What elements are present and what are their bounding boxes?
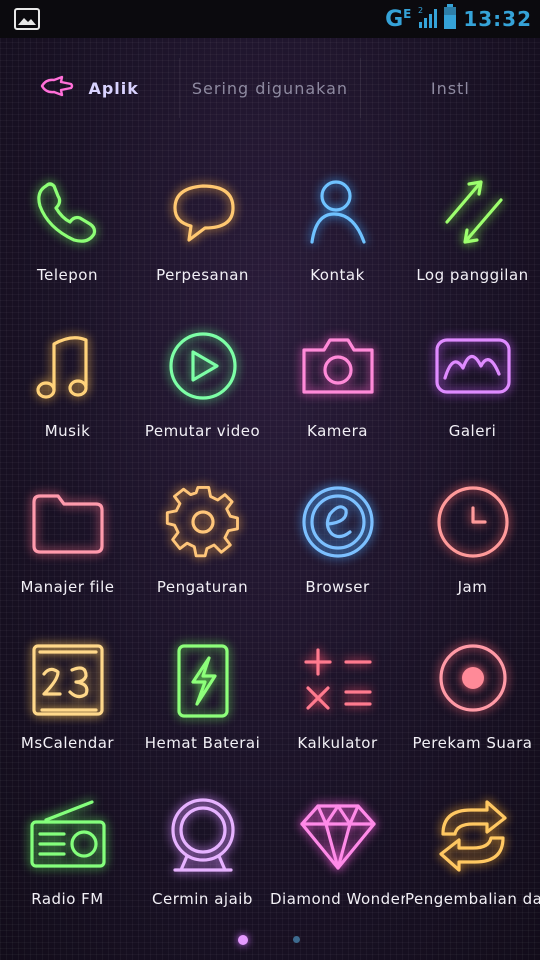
app-label: Pemutar video bbox=[144, 422, 261, 440]
app-browser[interactable]: Browser bbox=[270, 470, 405, 626]
app-label: Browser bbox=[305, 578, 370, 596]
radio-icon bbox=[26, 794, 110, 878]
phone-icon bbox=[26, 170, 110, 254]
notification-image-icon bbox=[14, 8, 40, 30]
battery-bolt-icon bbox=[161, 638, 245, 722]
app-musik[interactable]: Musik bbox=[0, 314, 135, 470]
app-label: Kamera bbox=[307, 422, 368, 440]
browser-e-icon bbox=[296, 482, 380, 566]
camera-icon bbox=[296, 326, 380, 410]
app-pengembalian-data[interactable]: Pengembalian data bbox=[405, 782, 540, 938]
app-label: Pengaturan bbox=[156, 578, 249, 596]
restore-arrows-icon bbox=[431, 794, 515, 878]
page-dot-active[interactable] bbox=[238, 935, 248, 945]
network-type-label: GE bbox=[385, 6, 412, 32]
status-bar: GE 2 13:32 bbox=[0, 0, 540, 38]
app-label: Log panggilan bbox=[416, 266, 529, 284]
play-circle-icon bbox=[161, 326, 245, 410]
app-label: Pengembalian data bbox=[405, 890, 540, 908]
app-mscalendar[interactable]: MsCalendar bbox=[0, 626, 135, 782]
app-label: Manajer file bbox=[20, 578, 115, 596]
app-label: Perpesanan bbox=[156, 266, 249, 284]
folder-icon bbox=[26, 482, 110, 566]
app-radio-fm[interactable]: Radio FM bbox=[0, 782, 135, 938]
app-jam[interactable]: Jam bbox=[405, 470, 540, 626]
call-log-arrows-icon bbox=[431, 170, 515, 254]
gear-icon bbox=[161, 482, 245, 566]
app-manajer-file[interactable]: Manajer file bbox=[0, 470, 135, 626]
app-perpesanan[interactable]: Perpesanan bbox=[135, 158, 270, 314]
app-kontak[interactable]: Kontak bbox=[270, 158, 405, 314]
drawer-tabs: Aplik Sering digunakan Instl bbox=[0, 58, 540, 118]
music-note-icon bbox=[26, 326, 110, 410]
app-perekam-suara[interactable]: Perekam Suara bbox=[405, 626, 540, 782]
chat-bubble-icon bbox=[161, 170, 245, 254]
tab-installed[interactable]: Instl bbox=[361, 58, 540, 118]
app-pemutar-video[interactable]: Pemutar video bbox=[135, 314, 270, 470]
app-grid: Telepon Perpesanan Kontak Log panggilan bbox=[0, 158, 540, 938]
app-label: Telepon bbox=[37, 266, 98, 284]
app-diamond-wonders[interactable]: Diamond Wonders bbox=[270, 782, 405, 938]
mirror-icon bbox=[161, 794, 245, 878]
diamond-icon bbox=[296, 794, 380, 878]
page-indicator bbox=[0, 932, 540, 948]
calendar-icon bbox=[26, 638, 110, 722]
app-label: Galeri bbox=[448, 422, 497, 440]
contact-person-icon bbox=[296, 170, 380, 254]
record-icon bbox=[431, 638, 515, 722]
clock-icon bbox=[431, 482, 515, 566]
app-cermin-ajaib[interactable]: Cermin ajaib bbox=[135, 782, 270, 938]
app-kalkulator[interactable]: Kalkulator bbox=[270, 626, 405, 782]
app-pengaturan[interactable]: Pengaturan bbox=[135, 470, 270, 626]
app-hemat-baterai[interactable]: Hemat Baterai bbox=[135, 626, 270, 782]
battery-icon bbox=[443, 4, 457, 34]
app-label: Jam bbox=[457, 578, 488, 596]
neon-pointer-icon bbox=[40, 75, 74, 101]
app-label: Cermin ajaib bbox=[152, 890, 253, 908]
app-log-panggilan[interactable]: Log panggilan bbox=[405, 158, 540, 314]
tab-frequently-used[interactable]: Sering digunakan bbox=[179, 58, 361, 118]
gallery-icon bbox=[431, 326, 515, 410]
app-label: Radio FM bbox=[31, 890, 104, 908]
tab-apps-label: Aplik bbox=[88, 78, 139, 98]
app-label: Kontak bbox=[310, 266, 365, 284]
signal-strength-icon: 2 bbox=[417, 5, 438, 33]
calculator-icon bbox=[296, 638, 380, 722]
sim-number: 2 bbox=[418, 6, 423, 15]
page-dot-inactive[interactable] bbox=[293, 936, 300, 943]
app-label: Diamond Wonders bbox=[270, 890, 405, 908]
app-label: Perekam Suara bbox=[412, 734, 533, 752]
tab-apps[interactable]: Aplik bbox=[0, 58, 179, 118]
app-label: Musik bbox=[44, 422, 91, 440]
app-label: Hemat Baterai bbox=[144, 734, 261, 752]
app-label: MsCalendar bbox=[20, 734, 115, 752]
app-telepon[interactable]: Telepon bbox=[0, 158, 135, 314]
app-label: Kalkulator bbox=[297, 734, 378, 752]
app-kamera[interactable]: Kamera bbox=[270, 314, 405, 470]
app-galeri[interactable]: Galeri bbox=[405, 314, 540, 470]
clock-time: 13:32 bbox=[463, 7, 532, 31]
